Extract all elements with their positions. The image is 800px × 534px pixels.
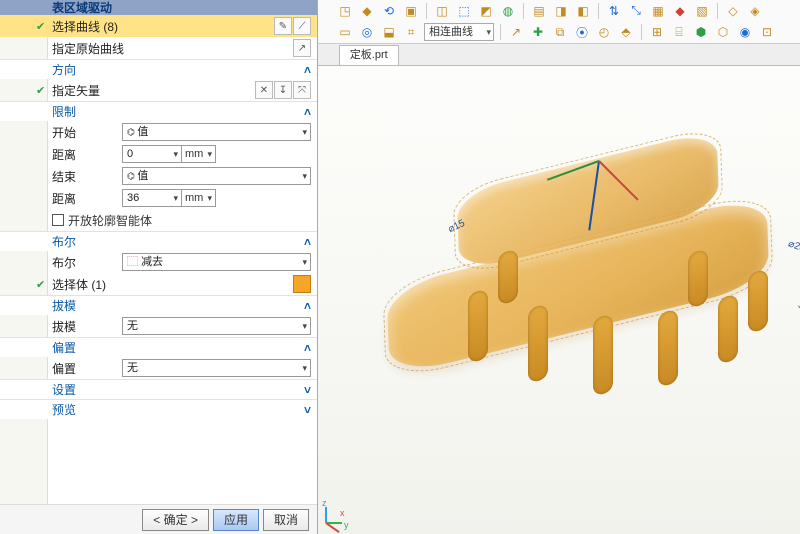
tool-icon[interactable]: ▣ [402, 2, 420, 20]
start-dist-input[interactable]: 0 [122, 145, 182, 163]
tool-icon[interactable]: ⧉ [551, 23, 569, 41]
end-unit-combo[interactable]: mm [182, 189, 216, 207]
offset-row: 偏置 无 [0, 357, 317, 379]
tool-icon[interactable]: ⊞ [648, 23, 666, 41]
offset-combo[interactable]: 无 [122, 359, 311, 377]
tool-icon[interactable]: ⌗ [402, 23, 420, 41]
start-type-combo[interactable]: ⌬ 值 [122, 123, 311, 141]
tool-icon[interactable]: ◉ [736, 23, 754, 41]
arrow-icon[interactable]: ↗ [293, 39, 311, 57]
tool-icon[interactable]: ◇ [724, 2, 742, 20]
tool-icon[interactable]: ◈ [746, 2, 764, 20]
vector-xyz-icon[interactable]: ✕ [255, 81, 273, 99]
tool-icon[interactable]: ◴ [595, 23, 613, 41]
tool-icon[interactable]: ⇅ [605, 2, 623, 20]
body-icon [293, 275, 311, 293]
tool-icon[interactable]: ◆ [671, 2, 689, 20]
curve-icon[interactable]: ⟋ [293, 17, 311, 35]
vector-dir-icon[interactable]: ↧ [274, 81, 292, 99]
dialog-title: 表区域驱动 [0, 0, 317, 15]
end-dist-row: 距离 36 mm [0, 187, 317, 209]
end-dist-input[interactable]: 36 [122, 189, 182, 207]
tool-icon[interactable]: ↗ [507, 23, 525, 41]
tool-icon[interactable]: ◩ [477, 2, 495, 20]
tool-icon[interactable]: ⬓ [380, 23, 398, 41]
start-type-row: 开始 ⌬ 值 [0, 121, 317, 143]
section-settings[interactable]: 设置 ˅ [0, 379, 317, 399]
tool-icon[interactable]: ◍ [499, 2, 517, 20]
cancel-button[interactable]: 取消 [263, 509, 309, 531]
tool-icon[interactable]: ◎ [358, 23, 376, 41]
boolean-row: 布尔 ⬚ 减去 [0, 251, 317, 273]
open-profile-checkbox[interactable] [52, 214, 64, 226]
tool-icon[interactable]: ⬚ [455, 2, 473, 20]
end-type-combo[interactable]: ⌬ 值 [122, 167, 311, 185]
draft-row: 拔模 无 [0, 315, 317, 337]
specify-vector-row[interactable]: ✔ 指定矢量 ✕ ↧ ⤧ [0, 79, 317, 101]
open-profile-row[interactable]: 开放轮廓智能体 [0, 209, 317, 231]
check-icon: ✔ [36, 84, 45, 97]
section-direction[interactable]: 方向 ˄ [0, 59, 317, 79]
curve-filter-combo[interactable]: 相连曲线 [424, 23, 494, 41]
collapse-icon: ˄ [304, 105, 311, 119]
tool-icon[interactable]: ⦿ [573, 23, 591, 41]
collapse-icon: ˄ [304, 299, 311, 313]
collapse-icon: ˄ [304, 235, 311, 249]
tool-icon[interactable]: ⌸ [670, 23, 688, 41]
tool-icon[interactable]: ▭ [336, 23, 354, 41]
select-body-row[interactable]: ✔ 选择体 (1) [0, 273, 317, 295]
section-boolean[interactable]: 布尔 ˄ [0, 231, 317, 251]
tool-icon[interactable]: ⊡ [758, 23, 776, 41]
view-triad: z y x [322, 500, 350, 528]
tool-icon[interactable]: ◨ [552, 2, 570, 20]
check-icon: ✔ [36, 20, 45, 33]
section-draft[interactable]: 拔模 ˄ [0, 295, 317, 315]
tab-fixplate[interactable]: 定板.prt [339, 45, 399, 65]
tool-icon[interactable]: ▦ [649, 2, 667, 20]
start-unit-combo[interactable]: mm [182, 145, 216, 163]
tool-icon[interactable]: ▧ [693, 2, 711, 20]
tool-icon[interactable]: ◆ [358, 2, 376, 20]
extrude-dialog: 表区域驱动 ✔ 选择曲线 (8) ✎ ⟋ 指定原始曲线 ↗ 方向 ˄ ✔ 指定矢… [0, 0, 318, 534]
model-preview: ⌀15 ⌀20 36 [388, 121, 800, 381]
collapse-icon: ˅ [304, 403, 311, 417]
select-curve-row[interactable]: ✔ 选择曲线 (8) ✎ ⟋ [0, 15, 317, 37]
section-limit[interactable]: 限制 ˄ [0, 101, 317, 121]
tool-icon[interactable]: ◳ [336, 2, 354, 20]
tool-icon[interactable]: ◫ [433, 2, 451, 20]
tool-icon[interactable]: ▤ [530, 2, 548, 20]
tool-icon[interactable]: ⬡ [714, 23, 732, 41]
end-type-row: 结束 ⌬ 值 [0, 165, 317, 187]
section-offset[interactable]: 偏置 ˄ [0, 337, 317, 357]
apply-button[interactable]: 应用 [213, 509, 259, 531]
orig-curve-row[interactable]: 指定原始曲线 ↗ [0, 37, 317, 59]
tool-icon[interactable]: ✚ [529, 23, 547, 41]
boolean-combo[interactable]: ⬚ 减去 [122, 253, 311, 271]
tool-icon[interactable]: ⟲ [380, 2, 398, 20]
tool-icon[interactable]: ⤡ [627, 2, 645, 20]
tool-icon[interactable]: ⬘ [617, 23, 635, 41]
start-dist-row: 距离 0 mm [0, 143, 317, 165]
vector-axis-icon[interactable]: ⤧ [293, 81, 311, 99]
collapse-icon: ˄ [304, 63, 311, 77]
tool-icon[interactable]: ⬢ [692, 23, 710, 41]
ok-button[interactable]: < 确定 > [142, 509, 209, 531]
collapse-icon: ˅ [304, 383, 311, 397]
tool-icon[interactable]: ◧ [574, 2, 592, 20]
sketch-icon[interactable]: ✎ [274, 17, 292, 35]
section-preview[interactable]: 预览 ˅ [0, 399, 317, 419]
dialog-buttons: < 确定 > 应用 取消 [0, 504, 317, 534]
check-icon: ✔ [36, 278, 45, 291]
collapse-icon: ˄ [304, 341, 311, 355]
graphics-viewport[interactable]: ⌀15 ⌀20 36 z y x [318, 66, 800, 534]
draft-combo[interactable]: 无 [122, 317, 311, 335]
